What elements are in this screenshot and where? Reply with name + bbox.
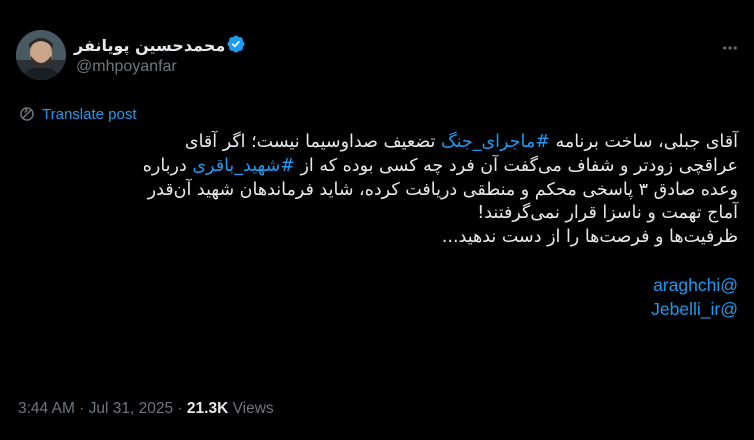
tweet-date[interactable]: Jul 31, 2025 bbox=[89, 400, 173, 417]
tweet-spacer bbox=[14, 250, 738, 274]
mention-link[interactable]: @Jebelli_ir bbox=[651, 299, 738, 319]
tweet-line-5: ظرفیت‌ها و فرصت‌ها را از دست ندهید... bbox=[441, 227, 738, 248]
author-handle[interactable]: @mhpoyanfar bbox=[76, 58, 177, 76]
tweet-line-2: عراقچی زودتر و شفاف می‌گفت آن فرد چه کسی… bbox=[142, 155, 738, 176]
hashtag-link[interactable]: #ماجرای_جنگ bbox=[441, 132, 550, 152]
tweet-line-1: آقای جبلی، ساخت برنامه #ماجرای_جنگ تضعیف… bbox=[184, 132, 738, 152]
views-label: Views bbox=[228, 400, 274, 417]
mention-line-2: @Jebelli_ir bbox=[14, 298, 738, 322]
views-count: 21.3K bbox=[186, 400, 229, 417]
verified-badge-icon bbox=[227, 35, 245, 53]
mention-link[interactable]: @araghchi bbox=[653, 275, 738, 295]
more-button[interactable] bbox=[720, 38, 740, 58]
translate-post-button[interactable]: Translate post bbox=[18, 105, 137, 123]
more-dots-icon bbox=[723, 46, 737, 50]
tweet-meta: 3:44 AM · Jul 31, 2025 · 21.3K Views bbox=[18, 400, 274, 417]
mention-line-1: @araghchi bbox=[14, 274, 738, 298]
avatar-image bbox=[16, 30, 66, 80]
tweet-line-4: آماج تهمت و ناسزا قرار نمی‌گرفتند! bbox=[477, 203, 738, 224]
avatar[interactable] bbox=[16, 30, 66, 80]
translate-post-label: Translate post bbox=[42, 105, 137, 123]
author-display-name[interactable]: محمدحسین پویانفر bbox=[74, 34, 225, 56]
tweet-text: آقای جبلی، ساخت برنامه #ماجرای_جنگ تضعیف… bbox=[14, 131, 738, 321]
hashtag-link[interactable]: #شهید_باقری bbox=[192, 156, 295, 176]
tweet-line-3: وعده صادق ۳ پاسخی محکم و منطقی دریافت کر… bbox=[147, 179, 738, 200]
tweet-time[interactable]: 3:44 AM bbox=[18, 400, 75, 417]
translate-icon bbox=[20, 107, 34, 121]
